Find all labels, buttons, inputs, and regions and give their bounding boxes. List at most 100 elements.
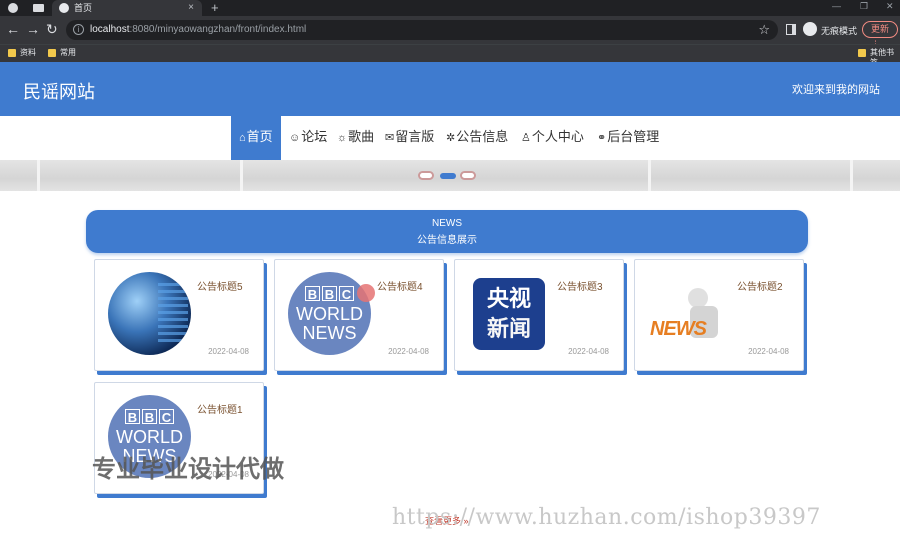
bookmarks-bar: 资料 常用 其他书签 — [0, 44, 900, 67]
music-icon: ☼ — [337, 132, 348, 144]
nav-label: 后台管理 — [607, 129, 660, 144]
nav-item-guestbook[interactable]: ✉留言版 — [385, 116, 434, 160]
bookmark-folder[interactable]: 资料 — [8, 48, 36, 58]
bbc-letter: C — [159, 409, 174, 425]
watermark-url: https://www.huzhan.com/ishop39397 — [392, 505, 821, 530]
new-tab-icon[interactable]: + — [211, 0, 219, 15]
nav-item-admin[interactable]: ⚭后台管理 — [597, 116, 659, 160]
forum-icon: ☺ — [289, 132, 301, 144]
nav-label: 个人中心 — [531, 129, 584, 144]
news-card[interactable]: 公告标题5 2022-04-08 — [94, 259, 264, 371]
nav-label: 论坛 — [301, 129, 328, 144]
bbc-world: WORLD — [296, 304, 363, 324]
main-nav: ⌂首页 ☺论坛 ☼歌曲 ✉留言版 ✲公告信息 ♙个人中心 ⚭后台管理 — [0, 116, 900, 160]
cctv-line1: 央视 — [486, 286, 531, 311]
url-path: :8080/minyaowangzhan/front/index.html — [129, 24, 307, 35]
card-title[interactable]: 公告标题2 — [737, 278, 783, 293]
bbc-letter: C — [339, 286, 354, 302]
nav-label: 留言版 — [395, 129, 435, 144]
bookmark-folder[interactable]: 常用 — [48, 48, 76, 58]
news-card[interactable]: 央视 新闻 公告标题3 2022-04-08 — [454, 259, 624, 371]
user-icon: ♙ — [521, 132, 531, 144]
folder-icon — [48, 49, 56, 57]
card-date: 2022-04-08 — [748, 347, 789, 356]
link-icon: ⚭ — [597, 132, 607, 144]
figure-head — [688, 288, 708, 308]
side-panel-icon[interactable] — [786, 24, 796, 35]
maximize-icon[interactable]: ❐ — [860, 0, 868, 12]
url-host: localhost — [90, 24, 130, 35]
nav-label: 首页 — [246, 129, 273, 144]
bookmark-label: 资料 — [20, 48, 36, 57]
news-3d-word: NEWS — [650, 318, 707, 340]
chrome-menu-icon[interactable] — [8, 3, 18, 13]
news-cn-title: 公告信息展示 — [417, 235, 477, 246]
close-icon[interactable]: × — [188, 0, 194, 16]
news-card[interactable]: BBC WORLD NEWS 公告标题4 2022-04-08 — [274, 259, 444, 371]
site-title[interactable]: 民谣网站 — [23, 78, 95, 104]
bbc-letter: B — [125, 409, 140, 425]
update-label: 更新 — [871, 24, 890, 34]
globe-icon — [59, 3, 69, 13]
bbc-letter: B — [305, 286, 320, 302]
welcome-text: 欢迎来到我的网站 — [792, 84, 880, 96]
bookmark-label: 常用 — [60, 48, 76, 57]
minimize-icon[interactable]: — — [832, 0, 841, 12]
announcement-icon: ✲ — [446, 132, 456, 144]
banner-divider — [850, 160, 853, 191]
url-text[interactable]: localhost:8080/minyaowangzhan/front/inde… — [90, 24, 306, 35]
news-en-title: NEWS — [432, 218, 462, 229]
bbc-world: WORLD — [116, 427, 183, 447]
card-title[interactable]: 公告标题3 — [557, 278, 603, 293]
banner-divider — [648, 160, 651, 191]
home-icon: ⌂ — [239, 132, 246, 144]
cctv-news-logo: 央视 新闻 — [473, 278, 545, 350]
envelope-icon: ✉ — [385, 132, 395, 144]
browser-tab-strip: 首页 × + — ❐ ✕ — [0, 0, 900, 16]
nav-item-forum[interactable]: ☺论坛 — [289, 116, 327, 160]
network-rays — [158, 282, 188, 342]
browser-toolbar: ← → ↻ i localhost:8080/minyaowangzhan/fr… — [0, 16, 900, 49]
bbc-letter: B — [322, 286, 337, 302]
card-date: 2022-04-08 — [568, 347, 609, 356]
card-date: 2022-04-08 — [388, 347, 429, 356]
card-title[interactable]: 公告标题5 — [197, 278, 243, 293]
news-card[interactable]: NEWS 公告标题2 2022-04-08 — [634, 259, 804, 371]
nav-label: 公告信息 — [456, 129, 509, 144]
banner-divider — [37, 160, 40, 191]
browser-tab[interactable]: 首页 × — [52, 0, 202, 16]
bbc-world-news-logo: BBC WORLD NEWS — [288, 272, 371, 355]
address-bar[interactable]: i localhost:8080/minyaowangzhan/front/in… — [66, 20, 778, 40]
nav-item-announcements[interactable]: ✲公告信息 — [446, 116, 508, 160]
back-icon[interactable]: ← — [6, 22, 20, 36]
news-section-header: NEWS 公告信息展示 — [86, 210, 808, 253]
folder-icon — [858, 49, 866, 57]
cctv-line2: 新闻 — [486, 316, 531, 341]
nav-item-profile[interactable]: ♙个人中心 — [521, 116, 584, 160]
nav-item-home[interactable]: ⌂首页 — [231, 116, 281, 160]
bbc-news: NEWS — [302, 323, 357, 343]
card-title[interactable]: 公告标题1 — [197, 401, 243, 416]
tab-search-icon[interactable] — [33, 4, 44, 12]
carousel-dot-active[interactable] — [440, 173, 456, 179]
folder-icon — [8, 49, 16, 57]
carousel-indicators — [418, 171, 478, 181]
incognito-label[interactable]: 无痕模式 — [821, 24, 857, 37]
reload-icon[interactable]: ↻ — [46, 22, 58, 36]
bbc-letter: B — [142, 409, 157, 425]
card-title[interactable]: 公告标题4 — [377, 278, 423, 293]
site-header: 民谣网站 欢迎来到我的网站 — [0, 62, 900, 116]
watermark-text: 专业毕业设计代做 — [92, 456, 284, 483]
news-reader-figure: NEWS — [648, 272, 731, 355]
bookmark-star-icon[interactable]: ☆ — [758, 22, 770, 38]
globe-network-image — [108, 272, 191, 355]
carousel-dot[interactable] — [418, 171, 434, 180]
update-button[interactable]: 更新 ⋮ — [862, 21, 898, 49]
window-close-icon[interactable]: ✕ — [886, 0, 894, 12]
carousel-dot[interactable] — [460, 171, 476, 180]
nav-item-songs[interactable]: ☼歌曲 — [337, 116, 374, 160]
info-icon[interactable]: i — [73, 24, 84, 35]
incognito-icon — [803, 22, 817, 36]
card-date: 2022-04-08 — [208, 347, 249, 356]
forward-icon[interactable]: → — [26, 22, 40, 36]
